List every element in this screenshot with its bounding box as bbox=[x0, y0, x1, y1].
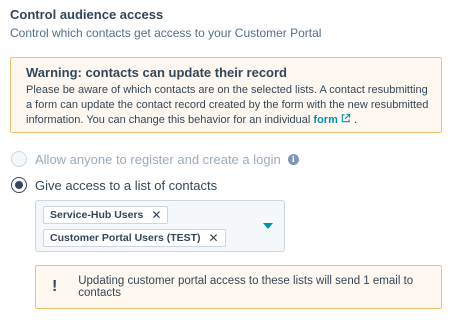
radio-circle-unselected[interactable] bbox=[11, 151, 27, 167]
radio-list-access[interactable]: Give access to a list of contacts bbox=[11, 177, 217, 193]
external-link-icon bbox=[341, 113, 351, 123]
list-tag-label: Service-Hub Users bbox=[50, 209, 144, 221]
warning-title: Warning: contacts can update their recor… bbox=[26, 65, 288, 80]
form-link[interactable]: form bbox=[313, 113, 351, 126]
warning-line-1: Please be aware of which contacts are on… bbox=[26, 84, 428, 96]
list-tag-customer-portal: Customer Portal Users (TEST) ✕ bbox=[43, 229, 226, 247]
form-link-label: form bbox=[313, 114, 338, 126]
section-subtitle: Control which contacts get access to you… bbox=[10, 26, 322, 40]
list-tag-label: Customer Portal Users (TEST) bbox=[50, 232, 201, 244]
warning-line-2: a form can update the contact record cre… bbox=[26, 99, 429, 111]
radio-label-allow-register: Allow anyone to register and create a lo… bbox=[35, 151, 281, 167]
list-tag-service-hub: Service-Hub Users ✕ bbox=[43, 206, 169, 224]
warning-line-3-text: information. You can change this behavio… bbox=[26, 114, 311, 126]
remove-tag-icon[interactable]: ✕ bbox=[151, 209, 161, 221]
warning-line-3: information. You can change this behavio… bbox=[26, 113, 429, 128]
warning-line-3-end: . bbox=[353, 114, 357, 126]
caret-down-icon[interactable] bbox=[263, 223, 273, 229]
radio-circle-selected[interactable] bbox=[11, 177, 27, 193]
warning-alert: Warning: contacts can update their recor… bbox=[10, 57, 442, 133]
notice-text: Updating customer portal access to these… bbox=[78, 275, 414, 299]
radio-allow-register[interactable]: Allow anyone to register and create a lo… bbox=[11, 151, 299, 167]
radio-label-list-access: Give access to a list of contacts bbox=[35, 177, 218, 193]
list-multiselect[interactable]: Service-Hub Users ✕ Customer Portal User… bbox=[35, 200, 285, 252]
section-title: Control audience access bbox=[10, 7, 164, 22]
remove-tag-icon[interactable]: ✕ bbox=[209, 232, 219, 244]
warning-body: Please be aware of which contacts are on… bbox=[26, 83, 429, 128]
info-icon[interactable]: i bbox=[287, 153, 299, 165]
exclamation-icon: ! bbox=[52, 278, 58, 295]
email-notice: ! Updating customer portal access to the… bbox=[35, 265, 442, 309]
